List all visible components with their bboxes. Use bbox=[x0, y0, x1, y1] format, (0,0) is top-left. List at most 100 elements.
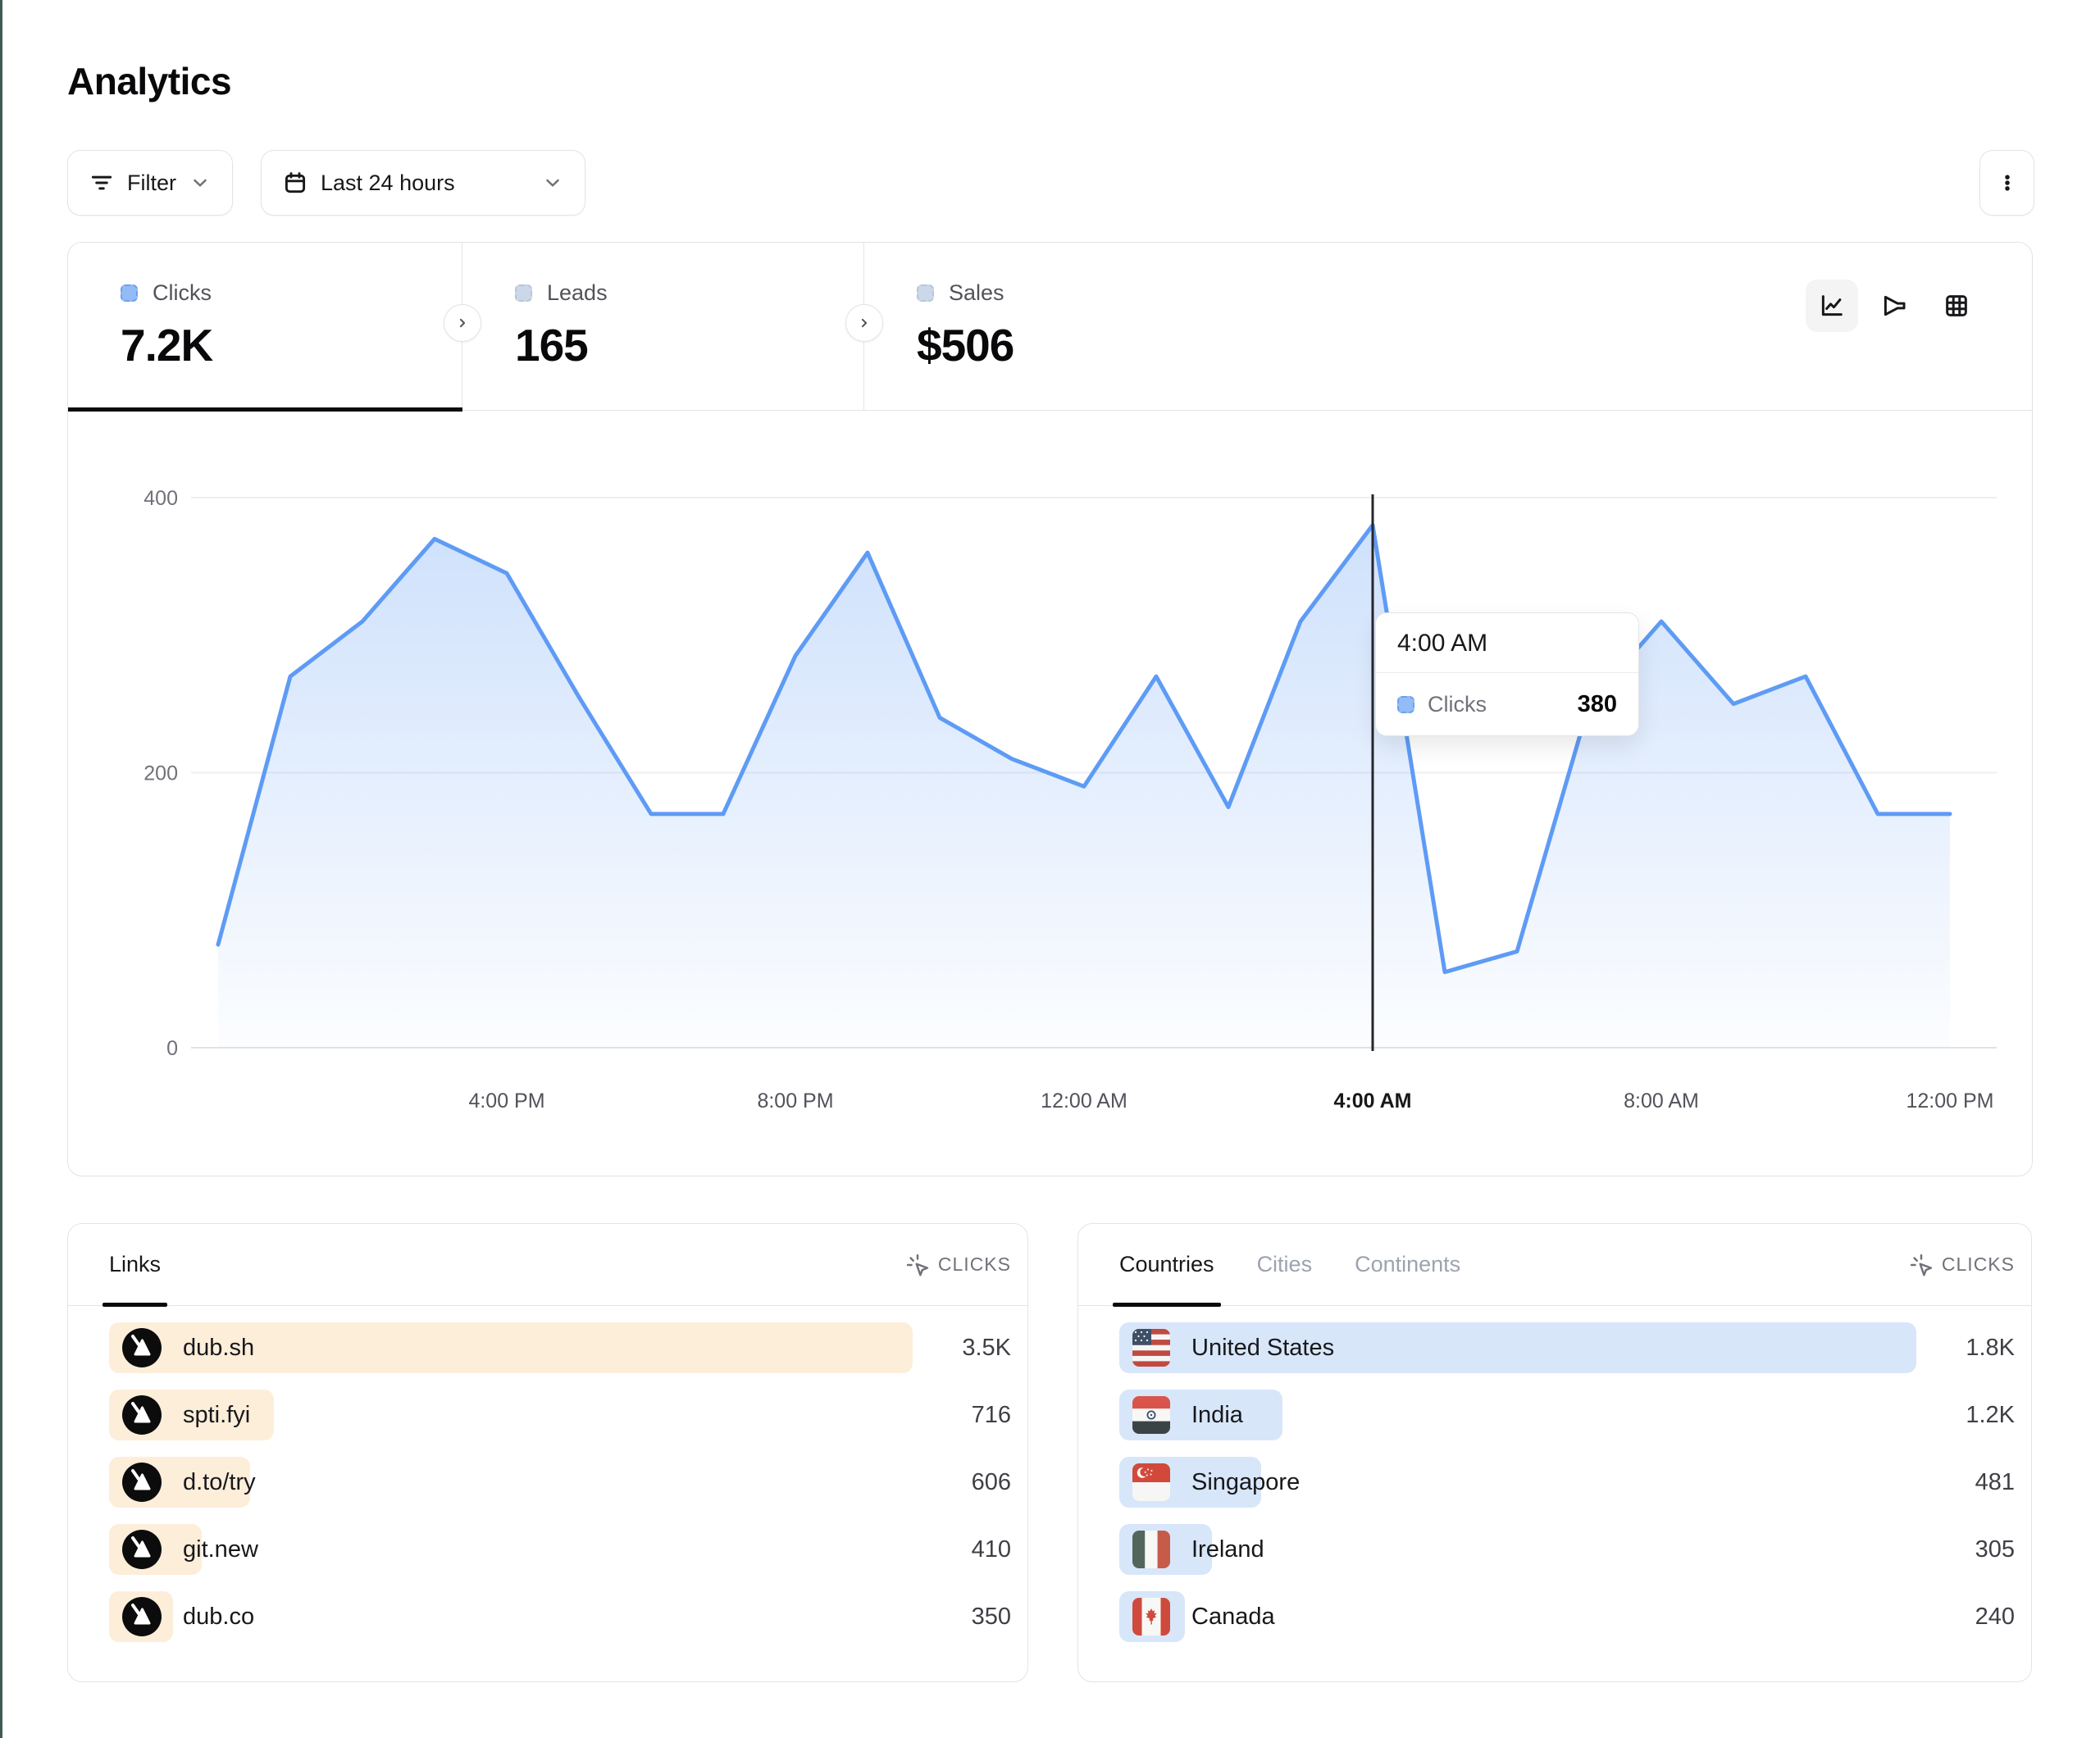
clicks-value: 7.2K bbox=[121, 319, 462, 371]
metric-header: Clicks 7.2K Leads 165 Sales $506 bbox=[68, 243, 2032, 411]
country-label: India bbox=[1191, 1402, 1243, 1429]
svg-text:200: 200 bbox=[143, 762, 178, 785]
leads-value: 165 bbox=[515, 319, 863, 371]
chevron-right-icon bbox=[454, 315, 471, 331]
country-row[interactable]: Singapore 481 bbox=[1119, 1457, 2015, 1508]
country-clicks-value: 1.2K bbox=[1916, 1402, 2015, 1429]
expand-leads-button[interactable] bbox=[444, 304, 481, 342]
expand-sales-button[interactable] bbox=[845, 304, 883, 342]
us-flag-icon bbox=[1132, 1329, 1170, 1367]
link-clicks-value: 410 bbox=[913, 1536, 1011, 1563]
link-clicks-value: 716 bbox=[913, 1402, 1011, 1429]
filter-button[interactable]: Filter bbox=[67, 150, 233, 216]
link-clicks-value: 606 bbox=[913, 1469, 1011, 1496]
clicks-label: Clicks bbox=[153, 280, 212, 306]
more-options-button[interactable] bbox=[1979, 150, 2034, 216]
country-row[interactable]: United States 1.8K bbox=[1119, 1322, 2015, 1373]
clicks-legend-swatch bbox=[121, 284, 138, 302]
line-chart-icon bbox=[1818, 292, 1846, 320]
dub-logo-icon bbox=[122, 1328, 162, 1367]
filter-icon bbox=[89, 171, 114, 195]
country-label: Ireland bbox=[1191, 1536, 1264, 1563]
link-label: dub.sh bbox=[183, 1335, 254, 1362]
tooltip-series-swatch bbox=[1397, 696, 1414, 713]
link-row[interactable]: d.to/try 606 bbox=[109, 1457, 1011, 1508]
link-label: dub.co bbox=[183, 1604, 254, 1631]
country-clicks-value: 1.8K bbox=[1916, 1335, 2015, 1362]
tab-cities[interactable]: Cities bbox=[1250, 1224, 1319, 1306]
geo-metric-header[interactable]: CLICKS bbox=[1909, 1253, 2015, 1277]
svg-text:4:00 AM: 4:00 AM bbox=[1334, 1090, 1412, 1112]
link-clicks-value: 350 bbox=[913, 1604, 1011, 1631]
link-row[interactable]: dub.sh 3.5K bbox=[109, 1322, 1011, 1373]
tooltip-value: 380 bbox=[1578, 691, 1617, 718]
country-row[interactable]: Canada 240 bbox=[1119, 1591, 2015, 1642]
date-range-button[interactable]: Last 24 hours bbox=[261, 150, 585, 216]
chart-tooltip: 4:00 AM Clicks 380 bbox=[1375, 612, 1639, 736]
country-label: United States bbox=[1191, 1335, 1334, 1362]
sales-legend-swatch bbox=[917, 284, 934, 302]
country-label: Singapore bbox=[1191, 1469, 1300, 1496]
svg-text:12:00 PM: 12:00 PM bbox=[1906, 1090, 1993, 1112]
links-tab-label: Links bbox=[109, 1252, 161, 1277]
link-label: spti.fyi bbox=[183, 1402, 250, 1429]
table-grid-icon bbox=[1943, 292, 1970, 320]
sales-value: $506 bbox=[917, 319, 1274, 371]
tooltip-time: 4:00 AM bbox=[1376, 613, 1638, 673]
tab-leads[interactable]: Leads 165 bbox=[462, 243, 864, 411]
dub-logo-icon bbox=[122, 1530, 162, 1569]
svg-text:8:00 PM: 8:00 PM bbox=[757, 1090, 833, 1112]
svg-text:0: 0 bbox=[166, 1037, 178, 1060]
continents-tab-label: Continents bbox=[1355, 1252, 1460, 1277]
link-row[interactable]: spti.fyi 716 bbox=[109, 1390, 1011, 1440]
tab-sales[interactable]: Sales $506 bbox=[864, 243, 1274, 411]
page-title: Analytics bbox=[67, 59, 231, 103]
dub-logo-icon bbox=[122, 1597, 162, 1636]
chart-view-switcher bbox=[1806, 280, 1983, 332]
kebab-menu-icon bbox=[1995, 171, 2020, 195]
singapore-flag-icon bbox=[1132, 1463, 1170, 1501]
links-panel: Links CLICKS dub.sh 3.5K spti.fyi bbox=[67, 1223, 1028, 1682]
chart-canvas: 02004004:00 PM8:00 PM12:00 AM4:00 AM8:00… bbox=[68, 411, 2031, 1175]
geo-metric-label: CLICKS bbox=[1942, 1253, 2015, 1276]
geo-panel: Countries Cities Continents CLICKS Unite… bbox=[1077, 1223, 2032, 1682]
funnel-view-button[interactable] bbox=[1868, 280, 1920, 332]
link-row[interactable]: git.new 410 bbox=[109, 1524, 1011, 1575]
country-row[interactable]: India 1.2K bbox=[1119, 1390, 2015, 1440]
link-clicks-value: 3.5K bbox=[913, 1335, 1011, 1362]
link-row[interactable]: dub.co 350 bbox=[109, 1591, 1011, 1642]
filter-button-label: Filter bbox=[127, 171, 176, 196]
india-flag-icon bbox=[1132, 1396, 1170, 1434]
analytics-card: Clicks 7.2K Leads 165 Sales $506 bbox=[67, 242, 2033, 1176]
country-clicks-value: 305 bbox=[1916, 1536, 2015, 1563]
country-clicks-value: 240 bbox=[1916, 1604, 2015, 1631]
links-metric-label: CLICKS bbox=[938, 1253, 1011, 1276]
cursor-click-icon bbox=[905, 1253, 930, 1277]
window-edge bbox=[0, 0, 2, 1738]
funnel-icon bbox=[1880, 292, 1908, 320]
country-row[interactable]: Ireland 305 bbox=[1119, 1524, 2015, 1575]
ireland-flag-icon bbox=[1132, 1531, 1170, 1568]
tab-countries[interactable]: Countries bbox=[1113, 1224, 1221, 1306]
clicks-area-chart[interactable]: 02004004:00 PM8:00 PM12:00 AM4:00 AM8:00… bbox=[68, 411, 2031, 1175]
calendar-icon bbox=[283, 171, 307, 195]
sales-label: Sales bbox=[949, 280, 1004, 306]
tab-clicks[interactable]: Clicks 7.2K bbox=[68, 243, 462, 411]
cursor-click-icon bbox=[1909, 1253, 1934, 1277]
tab-links[interactable]: Links bbox=[102, 1224, 167, 1306]
dub-logo-icon bbox=[122, 1395, 162, 1435]
line-chart-view-button[interactable] bbox=[1806, 280, 1858, 332]
leads-label: Leads bbox=[547, 280, 608, 306]
link-label: git.new bbox=[183, 1536, 258, 1563]
dub-logo-icon bbox=[122, 1463, 162, 1502]
svg-text:400: 400 bbox=[143, 487, 178, 510]
link-label: d.to/try bbox=[183, 1469, 256, 1496]
svg-text:4:00 PM: 4:00 PM bbox=[468, 1090, 544, 1112]
tab-continents[interactable]: Continents bbox=[1348, 1224, 1467, 1306]
chevron-right-icon bbox=[856, 315, 872, 331]
links-metric-header[interactable]: CLICKS bbox=[905, 1253, 1011, 1277]
table-view-button[interactable] bbox=[1930, 280, 1983, 332]
svg-text:8:00 AM: 8:00 AM bbox=[1624, 1090, 1699, 1112]
tooltip-series-label: Clicks bbox=[1428, 692, 1565, 717]
cities-tab-label: Cities bbox=[1257, 1252, 1313, 1277]
